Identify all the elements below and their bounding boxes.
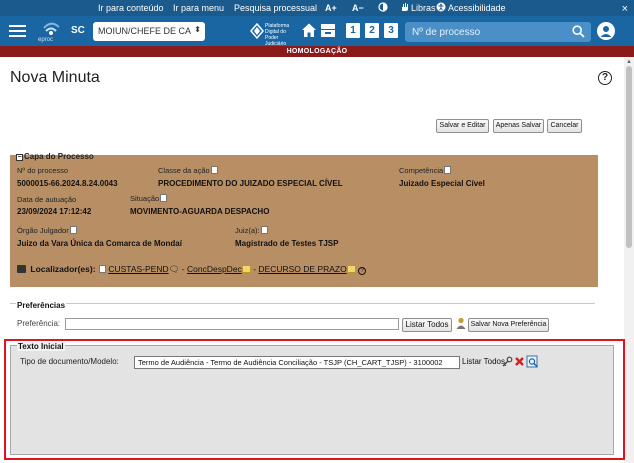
competence-value: Juizado Especial Cível: [399, 179, 485, 188]
judge-label: Juiz(a):: [235, 226, 268, 235]
home-icon[interactable]: [301, 22, 317, 38]
locator-link-custas[interactable]: CUSTAS-PEND: [108, 264, 168, 274]
locators-line: Localizador(es): CUSTAS-PEND🗨 - ConcDesp…: [17, 264, 367, 275]
libras-link[interactable]: Libras: [411, 3, 436, 13]
list-all-models-link[interactable]: Listar Todos: [462, 357, 505, 366]
process-cover-panel: − Capa do Processo Nº do processo 5000015…: [10, 152, 598, 287]
select-arrows-icon: ⬍: [194, 25, 201, 34]
search-icon[interactable]: [572, 25, 585, 38]
collapse-icon[interactable]: −: [16, 154, 23, 161]
font-decrease-button[interactable]: A−: [352, 3, 364, 13]
remove-icon[interactable]: [514, 356, 525, 367]
competence-label: Competência: [399, 166, 452, 175]
font-increase-button[interactable]: A+: [325, 3, 337, 13]
key-icon[interactable]: [502, 356, 513, 367]
document-icon[interactable]: [210, 166, 218, 174]
autuacao-value: 23/09/2024 17:12:42: [17, 207, 92, 216]
shortcut-button-1[interactable]: 1: [346, 23, 360, 38]
page-title: Nova Minuta: [10, 69, 100, 86]
hamburger-menu-icon[interactable]: [9, 25, 26, 37]
note-icon[interactable]: [346, 265, 356, 273]
preferences-fieldset: Preferências Preferência: Listar Todos S…: [10, 301, 595, 337]
situation-label: Situação: [130, 194, 168, 203]
preferences-legend: Preferências: [16, 301, 67, 310]
contrast-icon[interactable]: [378, 2, 388, 14]
situation-value: MOVIMENTO-AGUARDA DESPACHO: [130, 207, 270, 216]
initial-text-legend: Texto Inicial: [17, 342, 65, 351]
process-number-label: Nº do processo: [17, 166, 69, 175]
skip-to-content-link[interactable]: Ir para conteúdo: [98, 3, 164, 13]
locator-separator: -: [181, 264, 185, 274]
process-cover-legend[interactable]: − Capa do Processo: [16, 152, 94, 161]
locator-link-decurso[interactable]: DECURSO DE PRAZO: [258, 264, 346, 274]
cancel-button[interactable]: Cancelar: [547, 119, 582, 133]
document-type-label: Tipo de documento/Modelo:: [20, 357, 119, 366]
process-number-input[interactable]: [412, 25, 562, 39]
eproc-logo-text: eproc: [38, 37, 54, 43]
preference-input[interactable]: [65, 318, 399, 330]
save-new-preference-button[interactable]: Salvar Nova Preferência: [468, 318, 549, 332]
user-preference-icon[interactable]: [456, 317, 466, 329]
help-icon[interactable]: ?: [598, 71, 612, 85]
locator-icon: [17, 265, 26, 273]
judge-value: Magistrado de Testes TJSP: [235, 239, 339, 248]
class-label: Classe da ação: [158, 166, 218, 175]
document-icon[interactable]: [444, 166, 452, 174]
note-icon[interactable]: [241, 265, 251, 273]
list-all-preferences-button[interactable]: Listar Todos: [402, 318, 452, 332]
document-icon[interactable]: [260, 226, 268, 234]
document-icon[interactable]: [69, 226, 77, 234]
comment-icon[interactable]: 🗨: [169, 264, 180, 274]
process-number-value: 5000015-66.2024.8.24.0043: [17, 179, 118, 188]
document-icon[interactable]: [98, 265, 106, 273]
class-value: PROCEDIMENTO DO JUIZADO ESPECIAL CÍVEL: [158, 179, 343, 188]
locator-separator: -: [253, 264, 257, 274]
judging-body-value: Juizo da Vara Única da Comarca de Mondaí: [17, 239, 182, 248]
user-avatar-icon[interactable]: [597, 22, 615, 40]
locator-link-concdesp[interactable]: ConcDespDec: [187, 264, 242, 274]
save-and-edit-button[interactable]: Salvar e Editar: [436, 119, 489, 133]
process-cover-title: Capa do Processo: [24, 152, 94, 161]
document-type-select[interactable]: Termo de Audiência - Termo de Audiência …: [134, 356, 460, 369]
close-icon[interactable]: ×: [622, 3, 628, 15]
autuacao-label: Data de autuação: [17, 195, 77, 204]
main-header: eproc SC MOIUN/CHEFE DE CA ⬍ Plataforma …: [0, 16, 634, 47]
skip-to-menu-link[interactable]: Ir para menu: [173, 3, 224, 13]
preference-label: Preferência:: [17, 319, 61, 328]
app-root: Ir para conteúdo Ir para menu Pesquisa p…: [0, 0, 634, 463]
judging-body-label: Órgão Julgador: [17, 226, 77, 235]
save-only-button[interactable]: Apenas Salvar: [493, 119, 544, 133]
accessibility-link[interactable]: Acessibilidade: [448, 3, 506, 13]
accessibility-bar: Ir para conteúdo Ir para menu Pesquisa p…: [0, 0, 634, 16]
accessibility-icon[interactable]: [436, 2, 446, 14]
process-search-link[interactable]: Pesquisa processual: [234, 3, 317, 13]
help-icon[interactable]: ?: [358, 267, 367, 275]
scrollbar-thumb[interactable]: [626, 66, 632, 248]
scroll-up-arrow-icon[interactable]: ▲: [626, 59, 632, 65]
plataforma-digital-text: Plataforma Digital do Poder Judiciário: [265, 23, 290, 47]
initial-text-fieldset: Texto Inicial Tipo de documento/Modelo: …: [10, 342, 614, 455]
shortcut-button-2[interactable]: 2: [365, 23, 379, 38]
inbox-icon[interactable]: [320, 22, 336, 38]
locators-label: Localizador(es):: [30, 264, 96, 274]
profile-select-value: MOIUN/CHEFE DE CA: [98, 26, 192, 36]
preview-document-icon[interactable]: [526, 355, 539, 368]
libras-hand-icon[interactable]: [400, 2, 410, 14]
process-search-box: [405, 22, 591, 42]
profile-select[interactable]: MOIUN/CHEFE DE CA ⬍: [93, 22, 205, 41]
document-icon[interactable]: [160, 194, 168, 202]
environment-banner: HOMOLOGAÇÃO: [0, 46, 634, 57]
state-label: SC: [71, 25, 85, 36]
shortcut-button-3[interactable]: 3: [384, 23, 398, 38]
